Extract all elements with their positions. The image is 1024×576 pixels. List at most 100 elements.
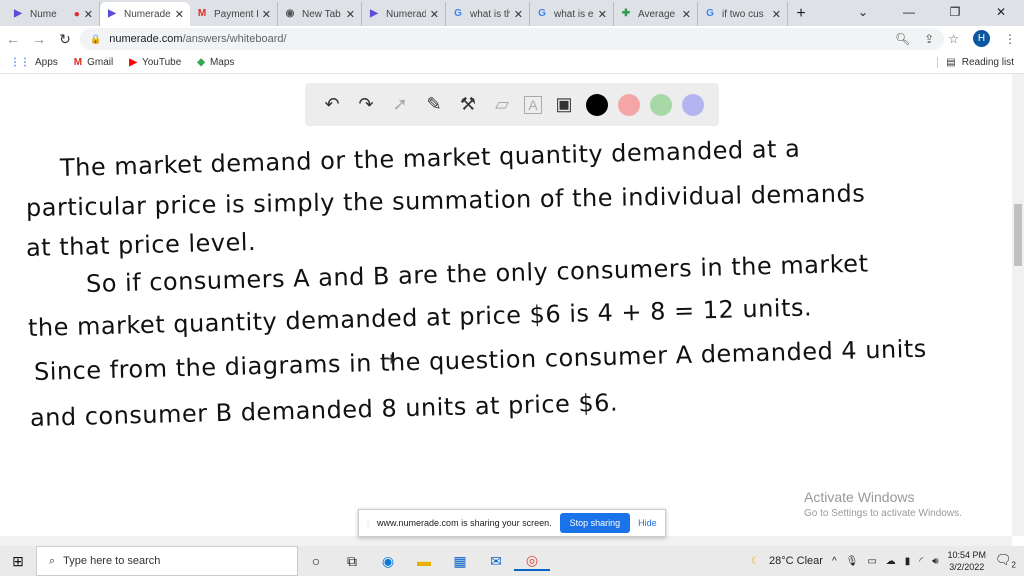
maps-icon: ◆	[197, 57, 205, 68]
reading-list-icon: ▤	[946, 57, 956, 68]
handwritten-line: particular price is simply the summation…	[25, 179, 866, 222]
tab[interactable]: M Payment P ✕	[190, 2, 278, 26]
horizontal-scrollbar[interactable]	[0, 536, 1012, 546]
onedrive-icon[interactable]: ☁	[886, 556, 896, 567]
meet-icon[interactable]: ▭	[867, 556, 876, 567]
tab-label: Nume	[30, 8, 57, 20]
close-tab-icon[interactable]: ✕	[346, 8, 355, 21]
color-pink-button[interactable]	[618, 93, 640, 116]
bookmark-label: Maps	[209, 57, 235, 68]
taskbar: ⊞ ⌕ Type here to search ○ ⧉ ◉ ▬ ▦ ✉ ◎ ☾ 2…	[0, 546, 1024, 576]
plus-cross-icon: ✚	[621, 8, 631, 19]
weather-icon: ☾	[751, 555, 761, 567]
mail-icon[interactable]: ✉	[478, 553, 514, 570]
microphone-icon[interactable]: 🎙︎	[846, 556, 859, 567]
store-icon[interactable]: ▦	[442, 553, 478, 570]
close-window-button[interactable]: ✕	[978, 0, 1024, 24]
image-icon[interactable]: ▣	[552, 94, 576, 115]
task-view-icon[interactable]: ⧉	[334, 553, 370, 570]
numerade-icon: ▶	[14, 8, 22, 19]
tab[interactable]: Gwhat is ex ✕	[530, 2, 614, 26]
hide-button[interactable]: Hide	[638, 518, 657, 528]
color-purple-button[interactable]	[682, 93, 704, 116]
apps-icon: ⋮⋮	[10, 57, 30, 68]
tab[interactable]: ◉ New Tab ✕	[278, 2, 362, 26]
file-explorer-icon[interactable]: ▬	[406, 553, 442, 569]
address-bar-row: ← → ↻ 🔒 numerade.com/answers/whiteboard/…	[0, 26, 1024, 52]
pointer-icon[interactable]: ➚	[388, 94, 412, 115]
volume-icon[interactable]: 🔊︎	[932, 556, 938, 567]
close-tab-icon[interactable]: ✕	[175, 8, 184, 21]
weather-text[interactable]: 28°C Clear	[769, 555, 823, 567]
tab[interactable]: ▶ Nume ● ✕	[6, 2, 100, 26]
tab[interactable]: Gwhat is the ✕	[446, 2, 530, 26]
star-icon[interactable]: ☆	[948, 32, 959, 46]
back-button[interactable]: ←	[0, 31, 26, 47]
tab[interactable]: ▶ Numerade ✕	[100, 2, 190, 26]
reading-list-button[interactable]: ▤ Reading list	[937, 57, 1014, 68]
notifications-icon[interactable]: 🗨︎2	[995, 552, 1016, 570]
stop-sharing-button[interactable]: Stop sharing	[559, 513, 631, 533]
avatar[interactable]: H	[973, 30, 990, 47]
pen-icon[interactable]: ✎	[422, 94, 446, 115]
close-tab-icon[interactable]: ✕	[84, 8, 93, 21]
menu-icon[interactable]: ⋮	[1004, 32, 1016, 46]
taskbar-search-input[interactable]: ⌕ Type here to search	[36, 546, 298, 576]
url-input[interactable]: 🔒 numerade.com/answers/whiteboard/	[80, 28, 944, 50]
minimize-button[interactable]: —	[886, 0, 932, 24]
bookmark-label: YouTube	[141, 57, 182, 68]
text-icon[interactable]: A	[524, 95, 542, 114]
reload-button[interactable]: ↻	[52, 31, 78, 48]
bookmark-gmail[interactable]: M Gmail	[74, 57, 113, 68]
color-black-button[interactable]	[586, 93, 608, 116]
eraser-icon[interactable]: ▱	[490, 94, 514, 115]
activate-windows-watermark: Activate Windows Go to Settings to activ…	[804, 489, 962, 519]
bookmarks-bar: ⋮⋮ Apps M Gmail ▶ YouTube ◆ Maps ▤ Reading li…	[0, 52, 1024, 74]
reading-list-label: Reading list	[961, 57, 1014, 68]
time: 10:54 PM	[947, 550, 987, 560]
undo-icon[interactable]: ↶	[320, 94, 344, 115]
chevron-up-icon[interactable]: ^	[832, 556, 837, 567]
restore-button[interactable]: ❐	[932, 0, 978, 24]
tab[interactable]: Gif two cus ✕	[698, 2, 788, 26]
tab-search-icon[interactable]: ⌄	[840, 0, 886, 24]
tab[interactable]: ▶ Numerade ✕	[362, 2, 446, 26]
tools-icon[interactable]: ⚒	[456, 94, 480, 115]
new-tab-button[interactable]: +	[788, 2, 814, 26]
bookmark-maps[interactable]: ◆ Maps	[197, 57, 234, 68]
lock-icon: 🔒	[90, 33, 102, 44]
close-tab-icon[interactable]: ✕	[772, 8, 781, 21]
share-icon[interactable]: ⇪	[924, 32, 934, 46]
tab[interactable]: ✚ Average R ✕	[614, 2, 698, 26]
tab-label: New Tab	[302, 8, 341, 20]
chrome-icon[interactable]: ◎	[514, 552, 550, 571]
vertical-scrollbar[interactable]	[1012, 74, 1024, 536]
close-tab-icon[interactable]: ✕	[514, 8, 523, 21]
close-tab-icon[interactable]: ✕	[598, 8, 607, 21]
whiteboard-toolbar: ↶ ↷ ➚ ✎ ⚒ ▱ A ▣	[305, 83, 719, 126]
cortana-icon[interactable]: ○	[298, 553, 334, 569]
notification-count: 2	[1011, 560, 1016, 570]
redo-icon[interactable]: ↷	[354, 94, 378, 115]
handwritten-line: at that price level.	[25, 227, 257, 262]
edge-icon[interactable]: ◉	[370, 553, 406, 570]
close-tab-icon[interactable]: ✕	[682, 8, 691, 21]
gmail-icon: M	[197, 8, 207, 19]
forward-button[interactable]: →	[26, 31, 52, 47]
battery-icon[interactable]: ▮	[905, 556, 911, 567]
clock[interactable]: 10:54 PM 3/2/2022	[948, 549, 987, 573]
scrollbar-thumb[interactable]	[1014, 204, 1022, 266]
whiteboard-canvas[interactable]: ↶ ↷ ➚ ✎ ⚒ ▱ A ▣ The market demand or the…	[0, 74, 1012, 536]
wifi-icon[interactable]: ◜	[919, 556, 923, 567]
windows-start-icon[interactable]: ⊞	[0, 553, 36, 570]
drag-handle-icon[interactable]: ⦙	[367, 518, 369, 529]
close-tab-icon[interactable]: ✕	[262, 8, 271, 21]
zoom-icon[interactable]: 🔍︎	[895, 32, 910, 46]
bookmark-apps[interactable]: ⋮⋮ Apps	[10, 57, 58, 68]
activate-title: Activate Windows	[804, 489, 915, 505]
close-tab-icon[interactable]: ✕	[430, 8, 439, 21]
bookmark-youtube[interactable]: ▶ YouTube	[129, 57, 181, 68]
color-green-button[interactable]	[650, 93, 672, 116]
url-host: numerade.com	[109, 33, 183, 45]
bookmark-label: Gmail	[87, 57, 114, 68]
